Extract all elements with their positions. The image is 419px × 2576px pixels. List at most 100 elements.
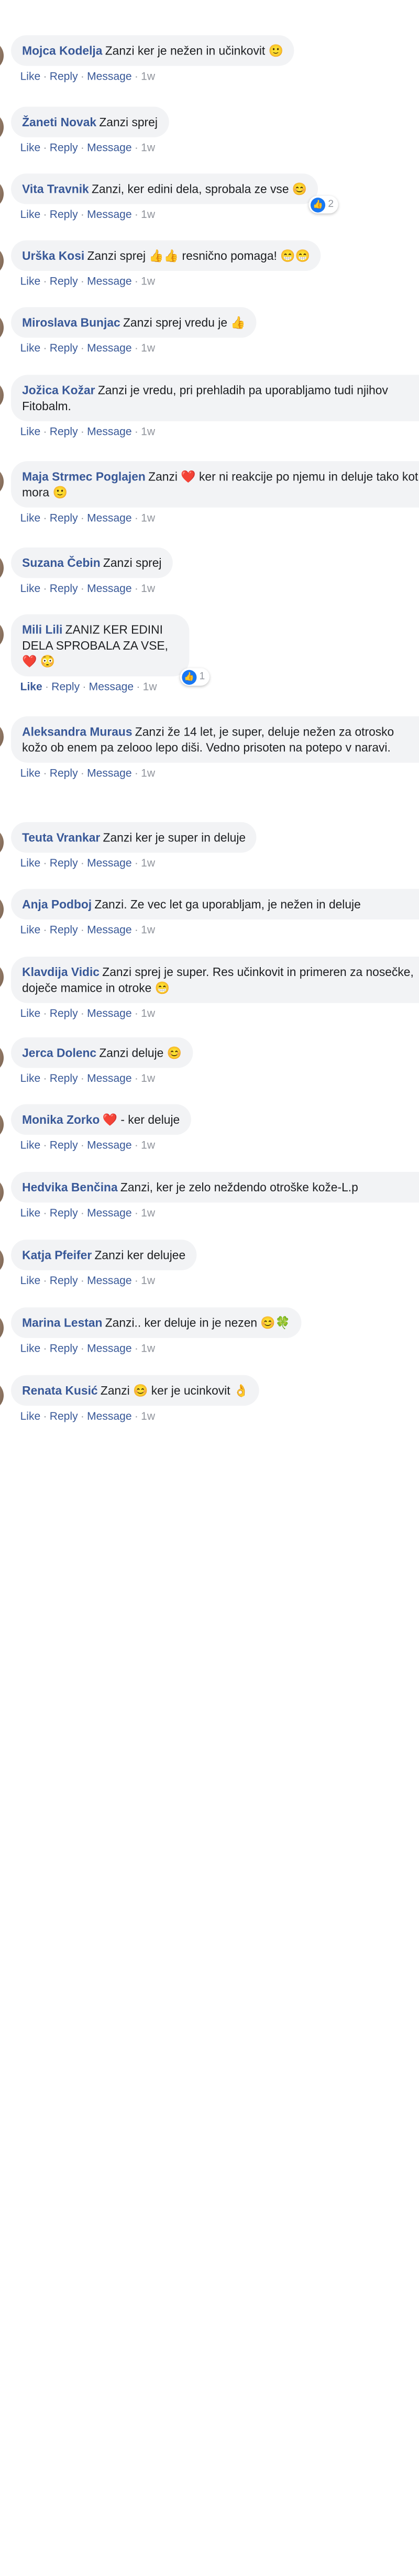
timestamp[interactable]: 1w — [141, 70, 155, 83]
commenter-name-link[interactable]: Klavdija Vidic — [22, 965, 100, 979]
avatar[interactable] — [0, 1043, 4, 1073]
commenter-name-link[interactable]: Hedvika Benčina — [22, 1180, 118, 1194]
reply-link[interactable]: Reply — [50, 1409, 78, 1422]
avatar[interactable] — [0, 553, 4, 583]
commenter-name-link[interactable]: Anja Podboj — [22, 897, 92, 912]
avatar[interactable] — [0, 1380, 4, 1411]
reply-link[interactable]: Reply — [50, 923, 78, 936]
timestamp[interactable]: 1w — [141, 1274, 155, 1287]
timestamp[interactable]: 1w — [141, 857, 155, 870]
timestamp[interactable]: 1w — [141, 1342, 155, 1355]
timestamp[interactable]: 1w — [141, 425, 155, 438]
reply-link[interactable]: Reply — [51, 680, 80, 693]
message-link[interactable]: Message — [87, 70, 131, 83]
avatar[interactable] — [0, 1245, 4, 1275]
timestamp[interactable]: 1w — [141, 1138, 155, 1152]
avatar[interactable] — [0, 40, 4, 71]
message-link[interactable]: Message — [87, 1138, 131, 1152]
commenter-name-link[interactable]: Teuta Vrankar — [22, 830, 100, 845]
message-link[interactable]: Message — [87, 1072, 131, 1085]
message-link[interactable]: Message — [87, 1206, 131, 1219]
reply-link[interactable]: Reply — [50, 208, 78, 221]
commenter-name-link[interactable]: Mojca Kodelja — [22, 43, 102, 58]
timestamp[interactable]: 1w — [141, 1206, 155, 1219]
timestamp[interactable]: 1w — [141, 141, 155, 154]
like-link[interactable]: Like — [20, 425, 41, 438]
like-link[interactable]: Like — [20, 275, 41, 288]
like-link[interactable]: Like — [20, 141, 41, 154]
like-link[interactable]: Like — [20, 70, 41, 83]
like-link[interactable]: Like — [20, 1138, 41, 1152]
like-link[interactable]: Like — [20, 857, 41, 870]
timestamp[interactable]: 1w — [141, 923, 155, 936]
commenter-name-link[interactable]: Miroslava Bunjac — [22, 315, 120, 330]
avatar[interactable] — [0, 380, 4, 410]
reply-link[interactable]: Reply — [50, 70, 78, 83]
avatar[interactable] — [0, 620, 4, 650]
avatar[interactable] — [0, 112, 4, 142]
like-link[interactable]: Like — [20, 1274, 41, 1287]
avatar[interactable] — [0, 962, 4, 992]
like-link[interactable]: Like — [20, 766, 41, 780]
like-link[interactable]: Like — [20, 208, 41, 221]
like-link[interactable]: Like — [20, 1072, 41, 1085]
reply-link[interactable]: Reply — [50, 511, 78, 524]
message-link[interactable]: Message — [87, 582, 131, 595]
reply-link[interactable]: Reply — [50, 141, 78, 154]
like-link[interactable]: Like — [20, 582, 41, 595]
message-link[interactable]: Message — [87, 923, 131, 936]
avatar[interactable] — [0, 894, 4, 925]
message-link[interactable]: Message — [87, 1409, 131, 1422]
reply-link[interactable]: Reply — [50, 1206, 78, 1219]
message-link[interactable]: Message — [87, 342, 131, 355]
message-link[interactable]: Message — [87, 141, 131, 154]
commenter-name-link[interactable]: Renata Kusić — [22, 1384, 98, 1398]
message-link[interactable]: Message — [87, 425, 131, 438]
commenter-name-link[interactable]: Jerca Dolenc — [22, 1046, 96, 1060]
commenter-name-link[interactable]: Mili Lili — [22, 622, 62, 637]
message-link[interactable]: Message — [87, 208, 131, 221]
like-link[interactable]: Like — [20, 1409, 41, 1422]
like-link[interactable]: Like — [20, 680, 42, 693]
timestamp[interactable]: 1w — [141, 342, 155, 355]
like-link[interactable]: Like — [20, 511, 41, 524]
avatar[interactable] — [0, 1110, 4, 1139]
timestamp[interactable]: 1w — [141, 1409, 155, 1422]
timestamp[interactable]: 1w — [141, 766, 155, 780]
avatar[interactable] — [0, 312, 4, 343]
message-link[interactable]: Message — [87, 1274, 131, 1287]
like-link[interactable]: Like — [20, 1007, 41, 1020]
reply-link[interactable]: Reply — [50, 1007, 78, 1020]
timestamp[interactable]: 1w — [141, 208, 155, 221]
like-link[interactable]: Like — [20, 342, 41, 355]
commenter-name-link[interactable]: Katja Pfeifer — [22, 1248, 92, 1262]
message-link[interactable]: Message — [87, 275, 131, 288]
commenter-name-link[interactable]: Žaneti Novak — [22, 115, 96, 129]
reply-link[interactable]: Reply — [50, 857, 78, 870]
message-link[interactable]: Message — [87, 511, 131, 524]
message-link[interactable]: Message — [87, 1342, 131, 1355]
commenter-name-link[interactable]: Monika Zorko — [22, 1113, 100, 1127]
message-link[interactable]: Message — [89, 680, 134, 693]
timestamp[interactable]: 1w — [141, 582, 155, 595]
avatar[interactable] — [0, 466, 4, 497]
reply-link[interactable]: Reply — [50, 275, 78, 288]
message-link[interactable]: Message — [87, 766, 131, 780]
reaction-count-badge[interactable]: 👍 2 — [308, 195, 338, 214]
timestamp[interactable]: 1w — [143, 680, 157, 693]
timestamp[interactable]: 1w — [141, 511, 155, 524]
avatar[interactable] — [0, 246, 4, 276]
like-link[interactable]: Like — [20, 1206, 41, 1219]
reply-link[interactable]: Reply — [50, 425, 78, 438]
timestamp[interactable]: 1w — [141, 1072, 155, 1085]
commenter-name-link[interactable]: Suzana Čebin — [22, 556, 101, 570]
reply-link[interactable]: Reply — [50, 342, 78, 355]
reaction-count-badge[interactable]: 👍 1 — [180, 668, 210, 686]
message-link[interactable]: Message — [87, 1007, 131, 1020]
reply-link[interactable]: Reply — [50, 1138, 78, 1152]
avatar[interactable] — [0, 827, 4, 858]
commenter-name-link[interactable]: Vita Travnik — [22, 182, 89, 196]
reply-link[interactable]: Reply — [50, 766, 78, 780]
reply-link[interactable]: Reply — [50, 1072, 78, 1085]
avatar[interactable] — [0, 721, 4, 752]
